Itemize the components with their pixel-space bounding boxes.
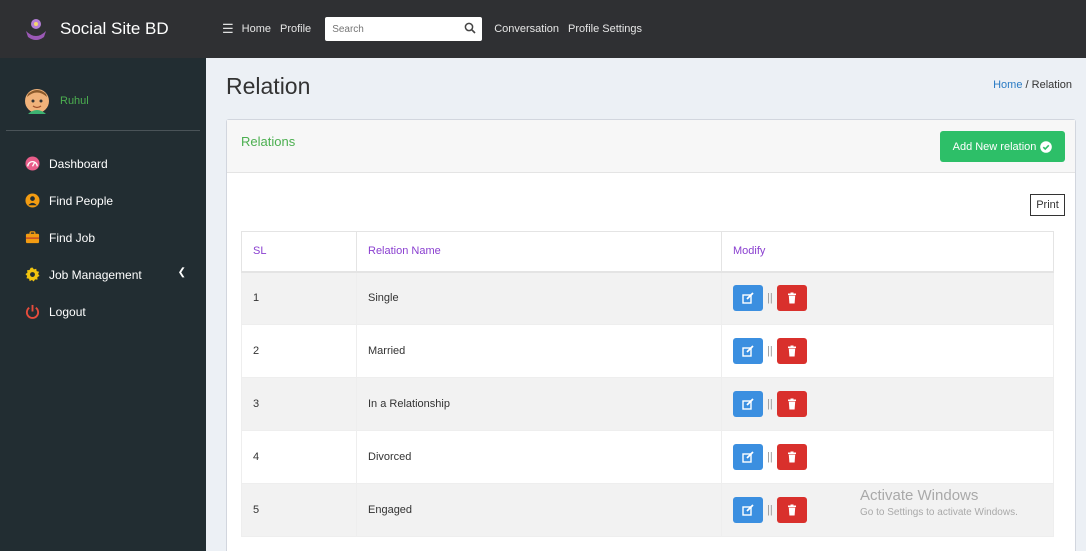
app-title: Social Site BD: [60, 19, 169, 38]
sidebar-item-label: Dashboard: [49, 156, 108, 171]
search-input[interactable]: [325, 23, 456, 35]
delete-button[interactable]: [776, 444, 807, 470]
breadcrumb-home[interactable]: Home: [993, 79, 1022, 91]
edit-button[interactable]: [733, 444, 763, 470]
cell-relation-name: In a Relationship: [356, 377, 722, 431]
trash-icon: [787, 451, 796, 463]
edit-icon: [742, 504, 754, 516]
delete-button[interactable]: [776, 285, 807, 312]
nav-link-profile[interactable]: Profile: [280, 23, 311, 35]
nav-link-home[interactable]: Home: [242, 23, 271, 35]
edit-icon: [742, 292, 754, 304]
user-name: Ruhul: [60, 95, 89, 107]
button-separator: ||: [767, 451, 773, 463]
user-circle-icon: [25, 193, 40, 208]
cell-modify: ||: [721, 324, 1054, 378]
cell-sl: 2: [241, 324, 357, 378]
edit-button[interactable]: [733, 285, 763, 312]
search-box: [325, 17, 483, 41]
nav-link-conversation[interactable]: Conversation: [494, 23, 559, 35]
cell-sl: 5: [241, 483, 357, 537]
edit-button[interactable]: [733, 338, 763, 364]
user-panel[interactable]: Ruhul: [0, 58, 206, 130]
trash-icon: [787, 398, 796, 410]
cell-modify: ||: [721, 271, 1054, 325]
column-header-sl: SL: [241, 231, 357, 273]
cell-relation-name: Single: [356, 271, 722, 325]
delete-button[interactable]: [776, 497, 807, 523]
watermark-subtitle: Go to Settings to activate Windows.: [860, 507, 1018, 518]
sidebar-item-logout[interactable]: Logout: [0, 293, 206, 330]
top-navbar: ☰ Home Profile Conversation Profile Sett…: [206, 0, 1086, 58]
sidebar-item-label: Logout: [49, 304, 86, 319]
trash-icon: [787, 504, 796, 516]
sidebar-item-job-management[interactable]: Job Management ❮: [0, 256, 206, 293]
cell-relation-name: Engaged: [356, 483, 722, 537]
button-separator: ||: [767, 292, 773, 305]
cell-relation-name: Divorced: [356, 430, 722, 484]
table-row: 4 Divorced ||: [241, 430, 1054, 484]
add-relation-button[interactable]: Add New relation: [940, 131, 1065, 162]
delete-button[interactable]: [776, 391, 807, 417]
button-separator: ||: [767, 345, 773, 357]
add-relation-label: Add New relation: [952, 140, 1037, 153]
column-header-relation-name: Relation Name: [356, 231, 722, 273]
print-button[interactable]: Print: [1030, 194, 1065, 216]
breadcrumb-current: Relation: [1031, 79, 1072, 91]
trash-icon: [787, 292, 796, 304]
cell-relation-name: Married: [356, 324, 722, 378]
table-row: 1 Single ||: [241, 271, 1054, 325]
dashboard-icon: [25, 156, 40, 171]
app-logo[interactable]: Social Site BD: [0, 0, 206, 58]
sidebar-item-dashboard[interactable]: Dashboard: [0, 145, 206, 182]
table-row: 2 Married ||: [241, 324, 1054, 378]
briefcase-icon: [25, 231, 40, 244]
page-title: Relation: [226, 73, 311, 99]
trash-icon: [787, 345, 796, 357]
sidebar-item-find-job[interactable]: Find Job: [0, 219, 206, 256]
search-icon[interactable]: [464, 22, 476, 34]
edit-icon: [742, 345, 754, 357]
power-icon: [25, 304, 40, 319]
button-separator: ||: [767, 504, 773, 516]
avatar: [25, 89, 49, 114]
gear-icon: [25, 267, 40, 282]
windows-activation-watermark: Activate Windows Go to Settings to activ…: [860, 487, 1018, 518]
sidebar-item-find-people[interactable]: Find People: [0, 182, 206, 219]
edit-icon: [742, 398, 754, 410]
edit-button[interactable]: [733, 497, 763, 523]
sidebar: Social Site BD Ruhul Dashboard Find Peop…: [0, 0, 206, 551]
cell-sl: 1: [241, 271, 357, 325]
box-title: Relations: [241, 134, 296, 149]
edit-icon: [742, 451, 754, 463]
sidebar-item-label: Find Job: [49, 230, 96, 245]
cell-modify: ||: [721, 377, 1054, 431]
table-header-row: SL Relation Name Modify: [241, 231, 1054, 273]
box-header: Relations Add New relation: [227, 120, 1075, 173]
sidebar-divider: [6, 130, 200, 131]
sidebar-item-label: Find People: [49, 193, 114, 208]
button-separator: ||: [767, 398, 773, 410]
chevron-left-icon[interactable]: ❮: [178, 267, 186, 278]
menu-toggle-icon[interactable]: ☰: [222, 21, 234, 37]
logo-icon: [26, 19, 46, 40]
edit-button[interactable]: [733, 391, 763, 417]
cell-modify: ||: [721, 430, 1054, 484]
check-circle-icon: [1040, 140, 1053, 153]
breadcrumb: Home / Relation: [993, 79, 1072, 91]
watermark-title: Activate Windows: [860, 487, 979, 504]
cell-sl: 3: [241, 377, 357, 431]
main-content: Relation Home / Relation Relations Add N…: [206, 58, 1086, 551]
delete-button[interactable]: [776, 338, 807, 364]
column-header-modify: Modify: [721, 231, 1054, 273]
sidebar-item-label: Job Management: [49, 267, 142, 282]
sidebar-menu: Dashboard Find People Find Job Job Manag…: [0, 145, 206, 330]
cell-sl: 4: [241, 430, 357, 484]
nav-link-profile-settings[interactable]: Profile Settings: [568, 23, 642, 35]
table-row: 3 In a Relationship ||: [241, 377, 1054, 431]
